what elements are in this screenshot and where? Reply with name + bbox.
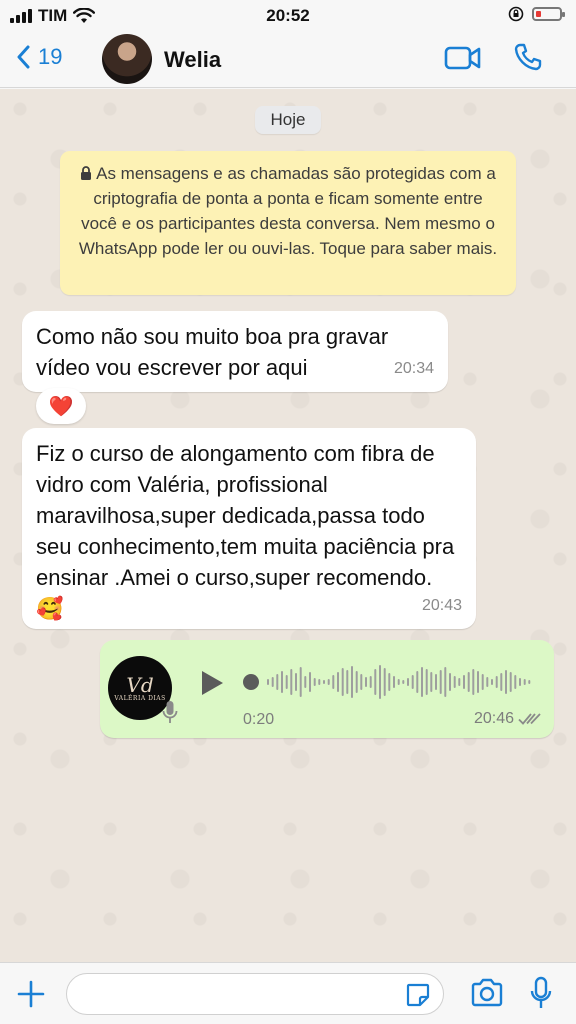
video-camera-icon[interactable]: [444, 45, 482, 71]
waveform-bar: [430, 672, 433, 692]
chat-header: 19 Welia: [0, 32, 576, 88]
waveform-bar: [467, 672, 470, 692]
waveform-bar: [397, 679, 400, 685]
waveform-bar: [388, 673, 391, 691]
waveform-bar: [514, 675, 517, 689]
waveform-bar: [491, 679, 493, 685]
waveform-bar: [472, 669, 475, 695]
microphone-icon[interactable]: [530, 976, 552, 1010]
waveform-bar: [495, 676, 498, 688]
battery-icon: [532, 7, 565, 21]
waveform-bar: [509, 672, 512, 692]
waveform-bar: [519, 678, 521, 686]
waveform-bar: [332, 675, 335, 689]
waveform-bar: [402, 680, 405, 684]
status-bar: TIM 20:52: [0, 0, 576, 32]
message-text: Como não sou muito boa pra gravar vídeo …: [36, 324, 389, 380]
waveform-bar: [393, 676, 395, 688]
waveform-bar: [383, 668, 386, 696]
orientation-lock-icon: [508, 6, 524, 22]
waveform-bar: [449, 673, 451, 691]
message-bubble[interactable]: Fiz o curso de alongamento com fibra de …: [22, 428, 476, 629]
waveform-bar: [379, 665, 381, 699]
waveform-bar: [327, 679, 330, 685]
waveform-bar: [341, 668, 344, 696]
date-chip: Hoje: [255, 106, 321, 134]
message-text: Fiz o curso de alongamento com fibra de …: [36, 441, 455, 621]
waveform-bar: [285, 675, 288, 689]
waveform-bar: [295, 673, 297, 691]
camera-icon[interactable]: [470, 978, 504, 1008]
sticker-icon[interactable]: [405, 982, 431, 1008]
waveform-bar: [299, 667, 302, 697]
waveform-bar: [267, 679, 269, 685]
message-time: 20:34: [393, 360, 434, 377]
waveform-bar: [337, 672, 339, 692]
waveform-bar: [313, 678, 316, 686]
waveform-bar: [351, 666, 353, 698]
waveform-bar: [458, 678, 461, 686]
waveform-bar: [425, 669, 428, 695]
waveform-bar: [435, 674, 437, 690]
waveform-bar: [369, 676, 372, 688]
waveform-bar: [500, 673, 503, 691]
waveform-bar: [439, 670, 442, 694]
status-right: [508, 6, 565, 22]
compose-bar: [0, 962, 576, 1024]
avatar-brand: VALÉRIA DIAS: [114, 694, 166, 702]
waveform-bar: [304, 676, 307, 688]
message-input[interactable]: [67, 974, 387, 1014]
waveform-bar: [481, 674, 484, 690]
waveform-bar: [444, 667, 447, 697]
waveform-bar: [505, 670, 507, 694]
waveform-bar: [528, 680, 531, 684]
waveform-bar: [346, 670, 349, 694]
waveform-bar: [365, 677, 367, 687]
waveform-bar: [276, 674, 279, 690]
waveform-bar: [360, 674, 363, 690]
message-bubble[interactable]: Como não sou muito boa pra gravar vídeo …: [22, 311, 448, 392]
phone-icon[interactable]: [513, 42, 543, 72]
lock-icon: [81, 166, 92, 180]
audio-duration: 0:20: [243, 711, 275, 728]
waveform-bar: [421, 667, 423, 697]
message-input-wrap[interactable]: [66, 973, 444, 1015]
chat-area[interactable]: Hoje As mensagens e as chamadas são prot…: [0, 89, 576, 962]
message-time: 20:46: [473, 710, 514, 727]
encryption-notice[interactable]: As mensagens e as chamadas são protegida…: [60, 151, 516, 295]
voice-message[interactable]: Vd VALÉRIA DIAS 0:20 20:46: [100, 640, 554, 738]
play-icon[interactable]: [200, 670, 224, 696]
microphone-icon: [162, 701, 178, 723]
waveform-bar: [411, 675, 414, 689]
waveform-bar: [407, 678, 409, 686]
waveform-bar: [374, 669, 377, 695]
contact-avatar[interactable]: [102, 34, 152, 84]
unread-count: 19: [38, 44, 63, 69]
waveform-bar: [453, 676, 456, 688]
back-button[interactable]: 19: [16, 44, 62, 70]
avatar-monogram: Vd: [126, 672, 154, 697]
waveform-bar: [271, 677, 274, 687]
waveform-bar: [323, 680, 325, 684]
encryption-notice-text: As mensagens e as chamadas são protegida…: [78, 164, 498, 258]
contact-name[interactable]: Welia: [164, 47, 221, 73]
waveform-bar: [523, 679, 526, 685]
waveform-bar: [477, 671, 479, 693]
waveform-bar: [281, 671, 283, 693]
status-time: 20:52: [266, 6, 310, 25]
message-time: 20:43: [421, 597, 462, 614]
waveform-bar: [416, 671, 419, 693]
audio-waveform[interactable]: [266, 662, 532, 702]
waveform-bar: [309, 672, 311, 692]
waveform-bar: [318, 679, 321, 685]
heart-reaction[interactable]: ❤️: [36, 388, 86, 424]
plus-icon[interactable]: [16, 979, 46, 1009]
waveform-bar: [290, 669, 293, 695]
waveform-bar: [463, 675, 465, 689]
chevron-left-icon: [17, 45, 30, 69]
waveform-bar: [355, 671, 358, 693]
waveform-bar: [486, 677, 489, 687]
playback-scrubber[interactable]: [243, 674, 259, 690]
double-check-icon: [518, 713, 541, 725]
